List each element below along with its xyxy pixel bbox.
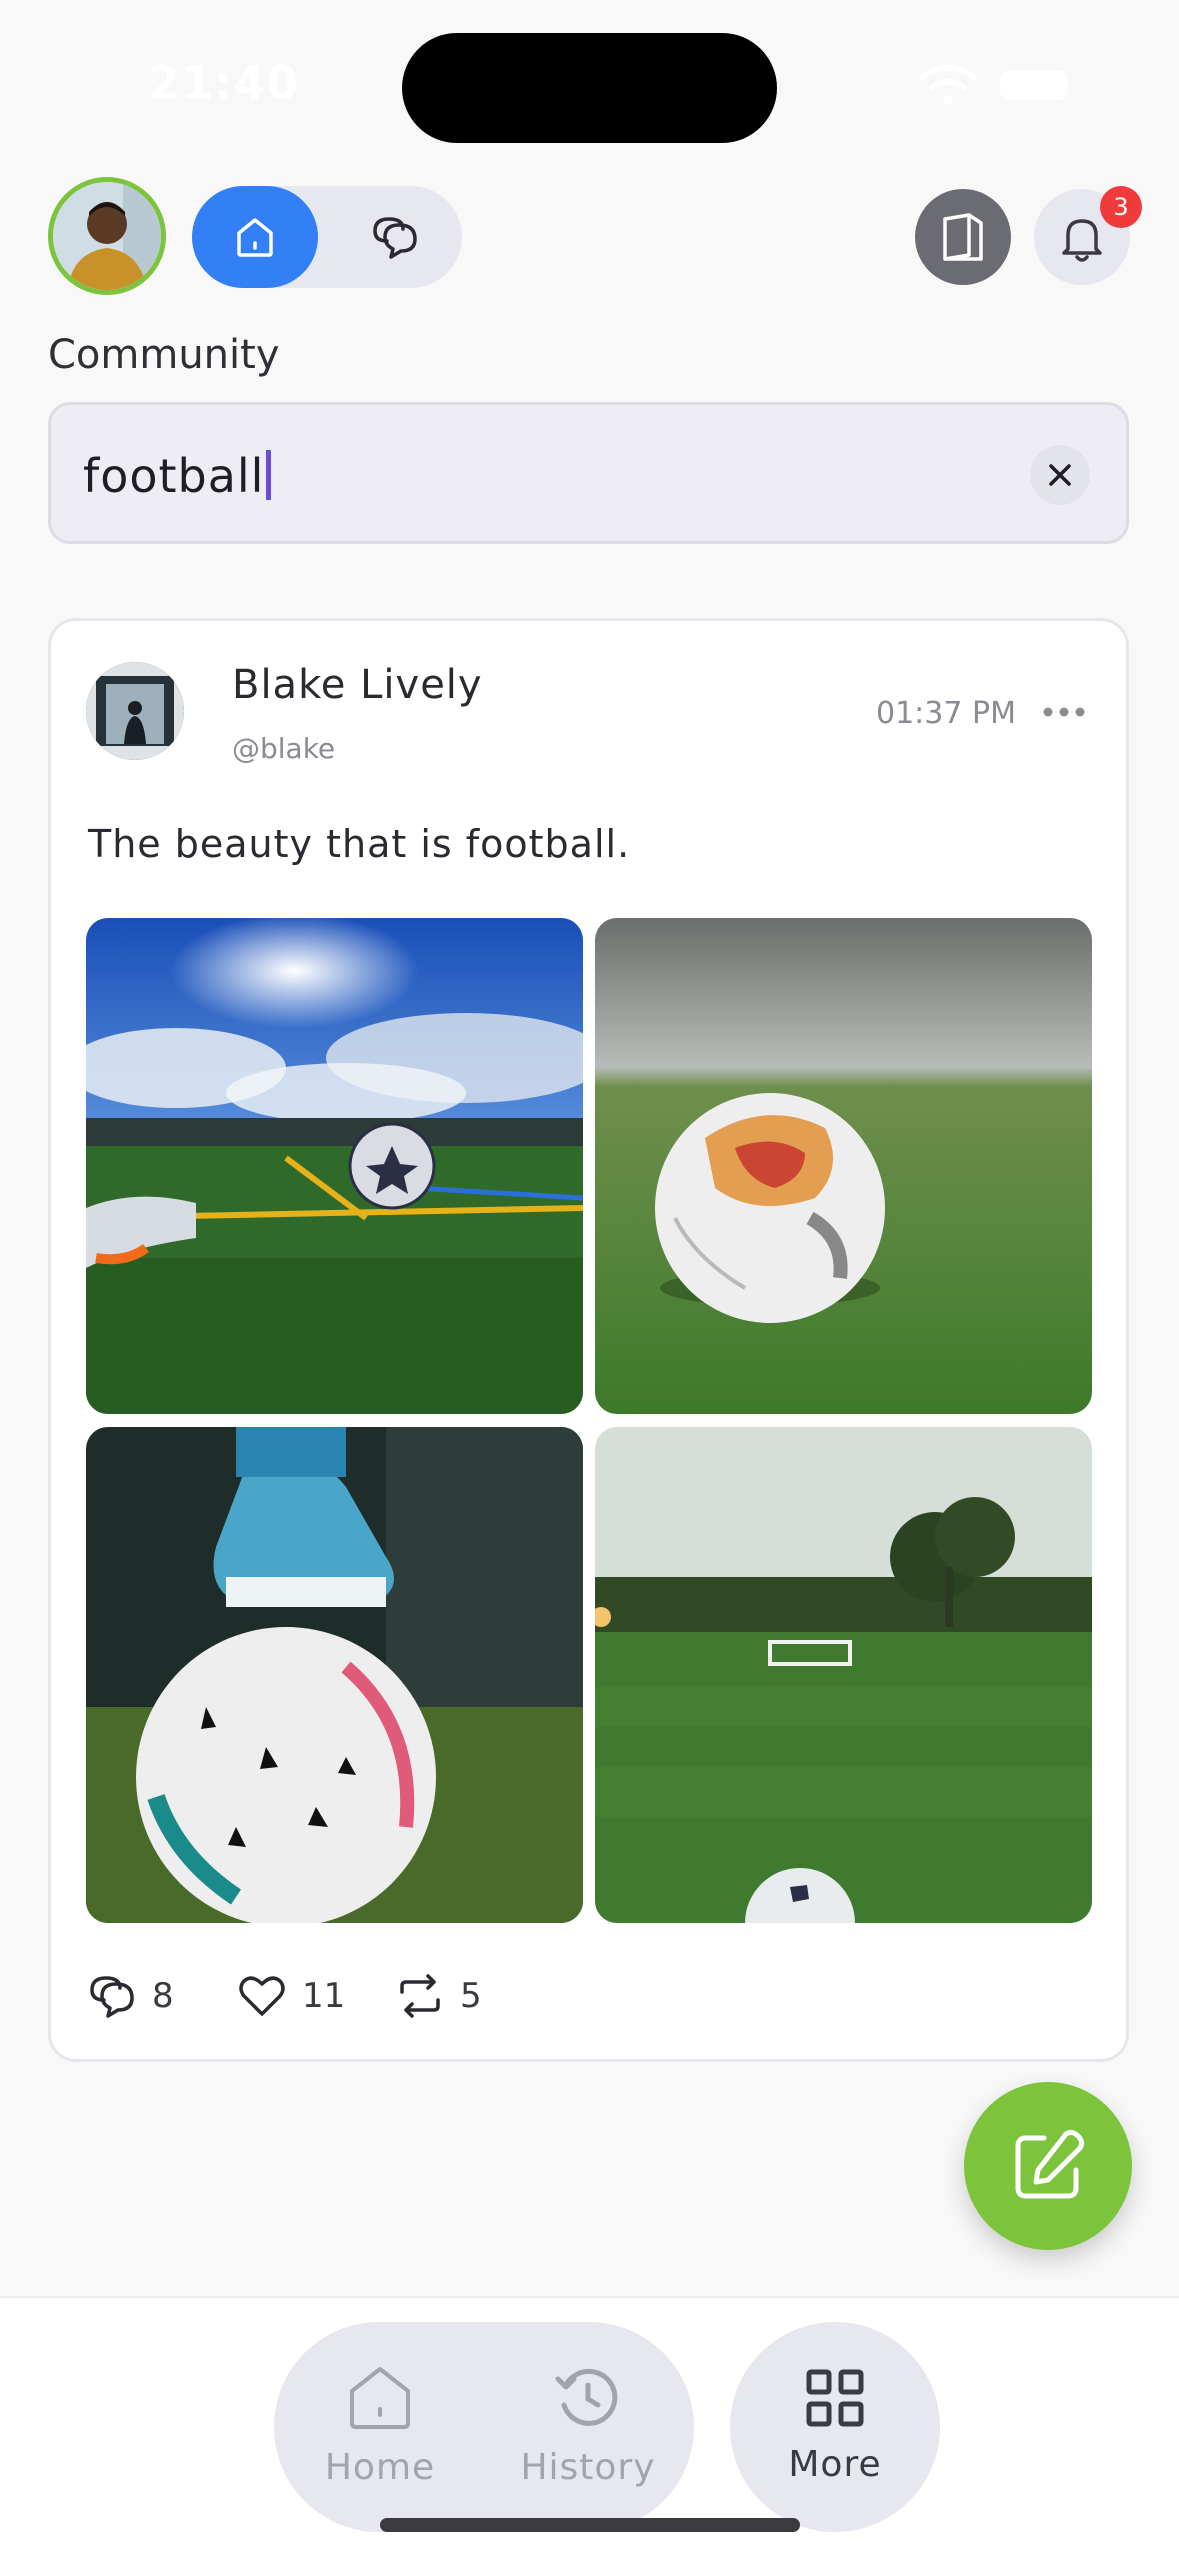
author-avatar-image xyxy=(86,662,184,760)
cleat-on-football-image xyxy=(86,1427,583,1923)
edit-icon xyxy=(1015,2129,1085,2199)
search-field[interactable]: football xyxy=(48,402,1129,544)
page-title: Community xyxy=(48,332,280,378)
reposts-stat[interactable]: 5 xyxy=(394,1966,482,2026)
football-field-sunny-image xyxy=(86,918,583,1414)
bell-icon xyxy=(1062,219,1102,262)
home-indicator xyxy=(380,2518,800,2532)
clear-search-button[interactable] xyxy=(1030,445,1090,505)
nav-label-more: More xyxy=(788,2443,882,2485)
goal-field-tree-image xyxy=(595,1427,1092,1923)
compose-post-button[interactable] xyxy=(964,2082,1132,2250)
comment-icon xyxy=(90,1976,134,2018)
battery-icon xyxy=(1000,70,1068,100)
search-input[interactable]: football xyxy=(83,449,272,503)
post-author-name[interactable]: Blake Lively xyxy=(232,662,483,708)
document-icon xyxy=(943,213,983,261)
document-button[interactable] xyxy=(915,189,1011,285)
heart-icon xyxy=(239,1976,285,2016)
tab-chat[interactable] xyxy=(330,186,460,288)
likes-stat[interactable]: 11 xyxy=(236,1966,345,2026)
status-time: 21:40 xyxy=(148,56,300,110)
home-icon xyxy=(237,218,273,257)
repost-icon xyxy=(400,1974,440,2018)
post-text: The beauty that is football. xyxy=(88,822,631,866)
avatar-image xyxy=(53,182,161,290)
notification-badge: 3 xyxy=(1100,186,1142,228)
dynamic-island xyxy=(402,33,777,143)
close-icon xyxy=(1049,464,1071,486)
text-caret xyxy=(266,450,272,500)
comments-stat[interactable]: 8 xyxy=(86,1966,174,2026)
comments-count: 8 xyxy=(152,1976,174,2016)
user-avatar[interactable] xyxy=(48,177,166,295)
nav-item-home[interactable]: Home xyxy=(300,2340,460,2512)
chat-icon xyxy=(373,217,417,259)
tab-home[interactable] xyxy=(192,186,318,288)
post-image-4[interactable] xyxy=(595,1427,1092,1923)
search-value: football xyxy=(83,449,265,503)
post-image-3[interactable] xyxy=(86,1427,583,1923)
grid-icon xyxy=(806,2369,864,2426)
wifi-icon xyxy=(919,64,977,105)
likes-count: 11 xyxy=(302,1976,346,2016)
nav-item-more[interactable]: More xyxy=(730,2340,940,2512)
nav-label-history: History xyxy=(520,2446,656,2488)
nav-label-home: Home xyxy=(324,2446,436,2488)
more-options-icon[interactable] xyxy=(1040,700,1088,724)
post-image-1[interactable] xyxy=(86,918,583,1414)
football-on-grass-image xyxy=(595,918,1092,1414)
nav-item-history[interactable]: History xyxy=(506,2340,670,2512)
history-icon xyxy=(555,2368,618,2426)
post-author-avatar[interactable] xyxy=(86,662,184,760)
post-author-handle: @blake xyxy=(232,732,336,765)
home-icon xyxy=(350,2366,410,2429)
post-image-2[interactable] xyxy=(595,918,1092,1414)
reposts-count: 5 xyxy=(460,1976,482,2016)
post-time: 01:37 PM xyxy=(876,696,1016,731)
